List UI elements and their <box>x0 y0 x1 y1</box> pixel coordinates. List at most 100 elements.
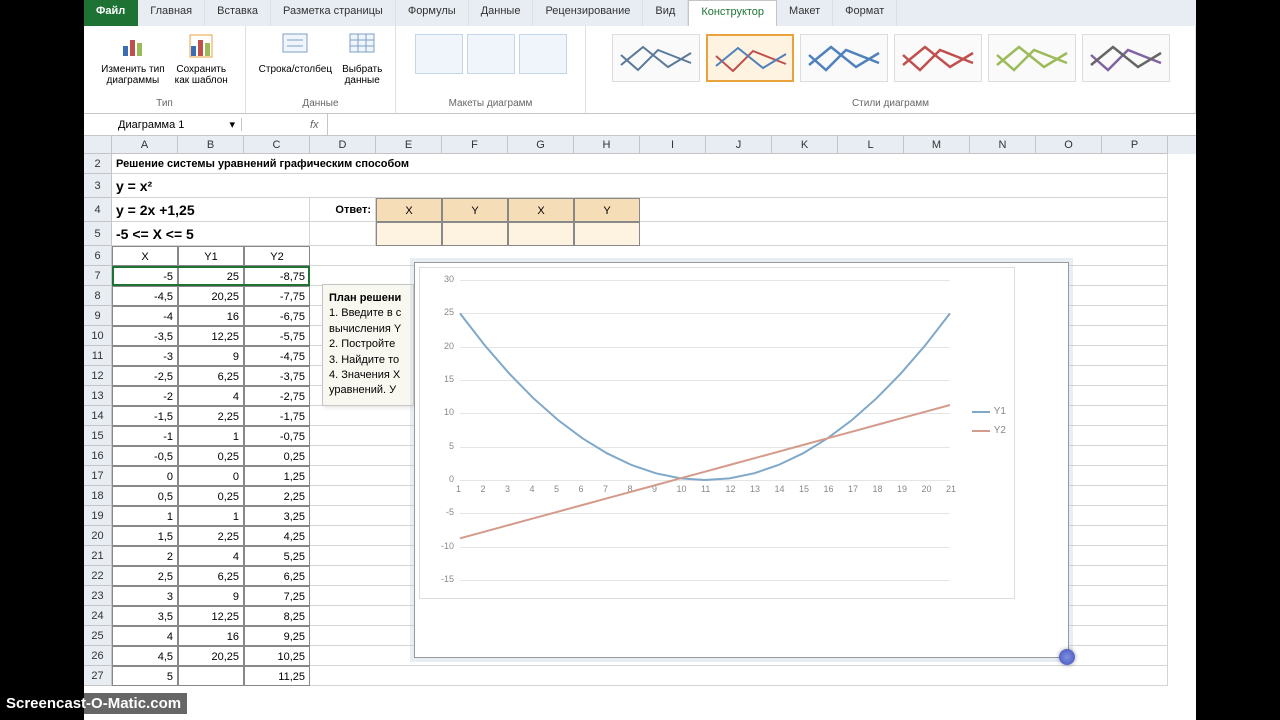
cell[interactable]: -3,75 <box>244 366 310 386</box>
resize-handle[interactable] <box>1059 649 1075 665</box>
cell[interactable]: X <box>112 246 178 266</box>
cell[interactable]: -1 <box>112 426 178 446</box>
tab-view[interactable]: Вид <box>643 0 688 26</box>
save-template-button[interactable]: Сохранить как шаблон <box>173 28 230 88</box>
cell[interactable] <box>508 222 574 246</box>
cell[interactable]: -4,5 <box>112 286 178 306</box>
chart-style-3[interactable] <box>800 34 888 82</box>
col-header-D[interactable]: D <box>310 136 376 154</box>
cell[interactable]: y = 2x +1,25 <box>112 198 310 222</box>
row-header[interactable]: 14 <box>84 406 112 426</box>
col-header-M[interactable]: M <box>904 136 970 154</box>
cell[interactable]: 9 <box>178 346 244 366</box>
row-header[interactable]: 22 <box>84 566 112 586</box>
col-header-K[interactable]: K <box>772 136 838 154</box>
tab-review[interactable]: Рецензирование <box>533 0 643 26</box>
cell[interactable]: 0,25 <box>244 446 310 466</box>
col-header-J[interactable]: J <box>706 136 772 154</box>
cell[interactable]: -1,5 <box>112 406 178 426</box>
cell[interactable]: X <box>508 198 574 222</box>
select-data-button[interactable]: Выбрать данные <box>340 28 384 88</box>
col-header-B[interactable]: B <box>178 136 244 154</box>
cell[interactable] <box>178 666 244 686</box>
cell[interactable]: Y1 <box>178 246 244 266</box>
cell[interactable]: -0,75 <box>244 426 310 446</box>
row-header[interactable]: 12 <box>84 366 112 386</box>
cell[interactable]: 25 <box>178 266 244 286</box>
cell[interactable]: 0 <box>178 466 244 486</box>
name-box[interactable]: Диаграмма 1▾ <box>112 118 242 131</box>
formula-input[interactable] <box>327 114 1196 135</box>
row-header[interactable]: 21 <box>84 546 112 566</box>
cell[interactable]: 11,25 <box>244 666 310 686</box>
col-header-F[interactable]: F <box>442 136 508 154</box>
row-header[interactable]: 8 <box>84 286 112 306</box>
cell[interactable]: -0,5 <box>112 446 178 466</box>
row-header[interactable]: 18 <box>84 486 112 506</box>
cell[interactable]: 4,5 <box>112 646 178 666</box>
cell[interactable]: 3,5 <box>112 606 178 626</box>
cell[interactable]: 9 <box>178 586 244 606</box>
cell[interactable]: -7,75 <box>244 286 310 306</box>
col-header-N[interactable]: N <box>970 136 1036 154</box>
cell[interactable]: 4 <box>178 546 244 566</box>
tab-pagelayout[interactable]: Разметка страницы <box>271 0 396 26</box>
tab-design[interactable]: Конструктор <box>688 0 777 26</box>
cell[interactable]: -2 <box>112 386 178 406</box>
row-header[interactable]: 27 <box>84 666 112 686</box>
cell[interactable]: -2,5 <box>112 366 178 386</box>
tab-layout[interactable]: Макет <box>777 0 833 26</box>
cell[interactable]: -8,75 <box>244 266 310 286</box>
col-header-E[interactable]: E <box>376 136 442 154</box>
cell[interactable]: 12,25 <box>178 606 244 626</box>
row-header[interactable]: 6 <box>84 246 112 266</box>
cell[interactable]: 20,25 <box>178 286 244 306</box>
col-header-I[interactable]: I <box>640 136 706 154</box>
cell[interactable]: 8,25 <box>244 606 310 626</box>
tab-file[interactable]: Файл <box>84 0 138 26</box>
row-header[interactable]: 7 <box>84 266 112 286</box>
chart-legend[interactable]: Y1 Y2 <box>972 398 1006 444</box>
row-header[interactable]: 17 <box>84 466 112 486</box>
cell[interactable] <box>574 222 640 246</box>
cell[interactable]: 4 <box>112 626 178 646</box>
col-header-H[interactable]: H <box>574 136 640 154</box>
cell[interactable]: 2,25 <box>178 526 244 546</box>
row-header[interactable]: 11 <box>84 346 112 366</box>
cell[interactable]: Y <box>442 198 508 222</box>
cell[interactable]: 0,5 <box>112 486 178 506</box>
cell[interactable]: 9,25 <box>244 626 310 646</box>
cell[interactable]: -1,75 <box>244 406 310 426</box>
cell[interactable]: 5 <box>112 666 178 686</box>
cell[interactable]: 2 <box>112 546 178 566</box>
cell[interactable]: 4 <box>178 386 244 406</box>
cell[interactable]: Решение системы уравнений графическим сп… <box>112 154 1168 174</box>
col-header-A[interactable]: A <box>112 136 178 154</box>
row-header[interactable]: 4 <box>84 198 112 222</box>
cell[interactable]: -3 <box>112 346 178 366</box>
row-header[interactable]: 26 <box>84 646 112 666</box>
cell[interactable]: X <box>376 198 442 222</box>
cell[interactable]: 6,25 <box>244 566 310 586</box>
cell[interactable]: -2,75 <box>244 386 310 406</box>
chart-style-2[interactable] <box>706 34 794 82</box>
tab-insert[interactable]: Вставка <box>205 0 271 26</box>
cell[interactable]: 2,25 <box>244 486 310 506</box>
chart-style-1[interactable] <box>612 34 700 82</box>
chart-layout-1[interactable] <box>415 34 463 74</box>
row-header[interactable]: 2 <box>84 154 112 174</box>
cell[interactable]: 2,25 <box>178 406 244 426</box>
cell[interactable]: 3,25 <box>244 506 310 526</box>
cell[interactable] <box>640 222 1168 246</box>
cell[interactable]: -4,75 <box>244 346 310 366</box>
cell[interactable]: 4,25 <box>244 526 310 546</box>
row-header[interactable]: 5 <box>84 222 112 246</box>
cell[interactable]: 5,25 <box>244 546 310 566</box>
row-header[interactable]: 25 <box>84 626 112 646</box>
row-header[interactable]: 23 <box>84 586 112 606</box>
worksheet-grid[interactable]: 2Решение системы уравнений графическим с… <box>84 154 1196 714</box>
cell[interactable]: 2,5 <box>112 566 178 586</box>
row-header[interactable]: 16 <box>84 446 112 466</box>
chart-layout-3[interactable] <box>519 34 567 74</box>
cell[interactable] <box>310 666 1168 686</box>
